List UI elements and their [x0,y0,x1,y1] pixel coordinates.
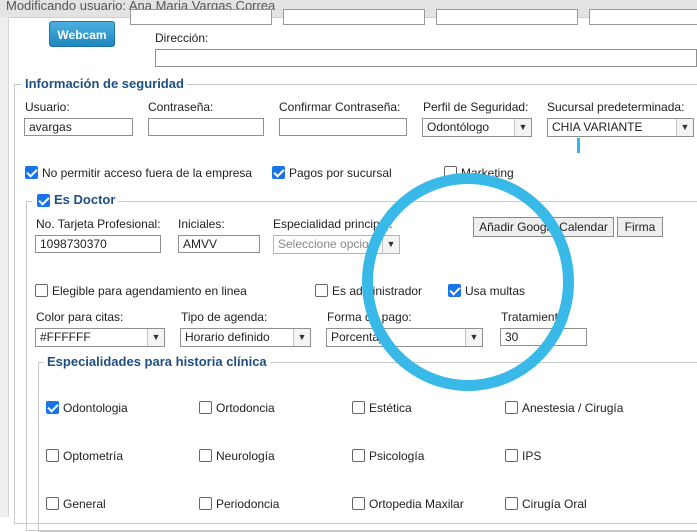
tipo-agenda-select[interactable]: Horario definido ▼ [180,328,311,347]
confirmar-label: Confirmar Contraseña: [279,100,401,114]
es-doctor-checkbox[interactable] [37,194,50,207]
iniciales-label: Iniciales: [178,217,225,231]
color-label: Color para citas: [36,310,124,324]
especialidad-checkbox[interactable] [199,449,212,462]
especialidad-item-label: Periodoncia [216,497,280,511]
color-select-value: #FFFFFF [40,330,91,344]
annotation-circle [362,173,574,391]
top-field-4[interactable] [589,9,697,25]
tarjeta-input[interactable]: 1098730370 [35,235,161,253]
confirmar-input[interactable] [279,118,407,136]
especialidad-item-label: Odontologia [63,401,128,415]
especialidad-placeholder: Seleccione opcion [278,237,376,251]
elegible-checkbox[interactable] [35,284,48,297]
firma-button[interactable]: Firma [617,217,663,237]
usuario-label: Usuario: [25,100,70,114]
chevron-down-icon: ▼ [293,329,310,346]
sucursal-select-value: CHIA VARIANTE [552,120,643,134]
especialidad-checkbox[interactable] [352,449,365,462]
especialidad-item-label: Psicología [369,449,425,463]
pagos-sucursal-label: Pagos por sucursal [289,166,392,180]
perfil-select[interactable]: Odontólogo ▼ [422,118,532,137]
especialidad-item-label: Anestesia / Cirugía [522,401,624,415]
especialidad-item-label: Neurología [216,449,275,463]
no-permitir-checkbox[interactable] [25,166,38,179]
especialidad-checkbox[interactable] [505,449,518,462]
especialidad-checkbox[interactable] [505,497,518,510]
color-select[interactable]: #FFFFFF ▼ [35,328,165,347]
especialidad-checkbox[interactable] [46,497,59,510]
especialidad-item-label: Cirugía Oral [522,497,587,511]
text-cursor-marker [577,138,580,153]
iniciales-input[interactable]: AMVV [178,235,260,253]
tipo-agenda-value: Horario definido [185,330,270,344]
perfil-label: Perfil de Seguridad: [423,100,529,114]
top-field-2[interactable] [283,9,425,25]
sucursal-label: Sucursal predeterminada: [547,100,685,114]
contrasena-label: Contraseña: [148,100,214,114]
especialidad-item-label: Optometría [63,449,124,463]
especialidad-item-label: Ortodoncia [216,401,275,415]
especialidad-checkbox[interactable] [352,401,365,414]
elegible-label: Elegible para agendamiento en linea [52,284,247,298]
direccion-label: Dirección: [155,31,209,45]
especialidad-checkbox[interactable] [46,449,59,462]
especialidad-item-label: IPS [522,449,542,463]
admin-checkbox[interactable] [315,284,328,297]
chevron-down-icon: ▼ [676,119,693,136]
tarjeta-label: No. Tarjeta Profesional: [36,217,161,231]
doctor-legend: Es Doctor [51,192,119,207]
tipo-agenda-label: Tipo de agenda: [181,310,268,324]
perfil-select-value: Odontólogo [427,120,490,134]
especialidad-item-label: General [63,497,106,511]
chevron-down-icon: ▼ [147,329,164,346]
left-panel-edge [0,17,9,517]
especialidades-fieldset [38,362,697,532]
pagos-sucursal-checkbox[interactable] [272,166,285,179]
especialidad-checkbox[interactable] [505,401,518,414]
especialidad-checkbox[interactable] [352,497,365,510]
top-field-3[interactable] [436,9,578,25]
sucursal-select[interactable]: CHIA VARIANTE ▼ [547,118,694,137]
contrasena-input[interactable] [148,118,264,136]
especialidad-checkbox[interactable] [46,401,59,414]
top-field-1[interactable] [130,9,272,25]
especialidades-legend: Especialidades para historia clínica [44,354,270,369]
especialidad-item-label: Ortopedia Maxilar [369,497,464,511]
no-permitir-label: No permitir acceso fuera de la empresa [42,166,253,180]
usuario-input[interactable]: avargas [24,118,133,136]
direccion-input[interactable] [155,49,697,67]
especialidad-checkbox[interactable] [199,401,212,414]
chevron-down-icon: ▼ [514,119,531,136]
especialidad-item-label: Estética [369,401,412,415]
especialidad-checkbox[interactable] [199,497,212,510]
webcam-button[interactable]: Webcam [49,21,115,47]
seguridad-legend: Información de seguridad [22,76,187,91]
